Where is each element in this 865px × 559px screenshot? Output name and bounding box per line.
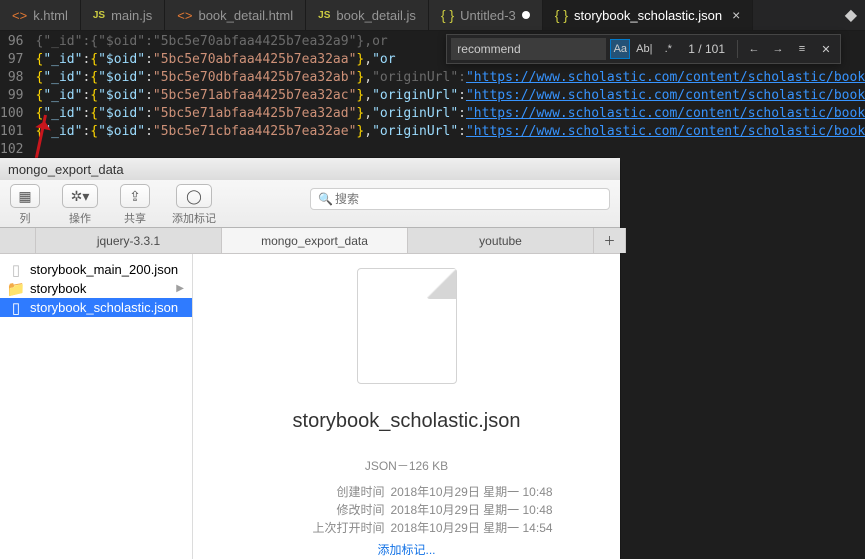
finder-tab-jquery[interactable]: jquery-3.3.1: [36, 228, 222, 253]
whole-word-button[interactable]: Ab|: [634, 39, 654, 59]
list-item[interactable]: ▯ storybook_main_200.json: [0, 260, 192, 279]
finder-column: ▯ storybook_main_200.json 📁 storybook ▶ …: [0, 254, 193, 559]
line-num: 98: [0, 69, 23, 87]
finder-preview: storybook_scholastic.json JSON－126 KB 创建…: [193, 254, 620, 559]
preview-filename: storybook_scholastic.json: [293, 410, 521, 433]
arrange-button[interactable]: ▦: [10, 184, 40, 208]
toolbar-label: 添加标记: [172, 210, 216, 226]
line-num: 97: [0, 51, 23, 69]
tab-label: book_detail.js: [336, 8, 416, 23]
find-close-button[interactable]: ✕: [816, 39, 836, 59]
tab-label: storybook_scholastic.json: [574, 8, 722, 23]
find-input[interactable]: [451, 38, 606, 60]
find-prev-button[interactable]: ←: [744, 39, 764, 59]
editor-tabs: <> k.html JS main.js <> book_detail.html…: [0, 0, 865, 31]
finder-search-input[interactable]: [310, 188, 610, 210]
finder-window: mongo_export_data ▦ 列 ✲▾ 操作 ⇪ 共享 ◯ 添加标记 …: [0, 158, 620, 559]
js-icon: JS: [318, 10, 330, 21]
toolbar-label: 共享: [124, 210, 146, 226]
folder-icon: 📁: [8, 281, 24, 297]
toolbar-label: 操作: [69, 210, 91, 226]
js-icon: JS: [93, 10, 105, 21]
list-item[interactable]: 📁 storybook ▶: [0, 279, 192, 298]
extension-icon[interactable]: ◆: [845, 5, 857, 25]
file-icon: ▯: [8, 300, 24, 316]
preview-kind: JSON－126 KB: [260, 457, 552, 475]
tab-label: k.html: [33, 8, 68, 23]
file-icon: ▯: [8, 262, 24, 278]
meta-value: 2018年10月29日 星期一 10:48: [390, 501, 552, 519]
find-selection-button[interactable]: ≡: [792, 39, 812, 59]
list-item-selected[interactable]: ▯ storybook_scholastic.json: [0, 298, 192, 317]
action-button[interactable]: ✲▾: [62, 184, 98, 208]
line-num: 101: [0, 123, 23, 141]
file-name: storybook_main_200.json: [30, 262, 178, 277]
toolbar-label: 列: [20, 210, 31, 226]
meta-label: 创建时间: [260, 483, 390, 501]
match-case-button[interactable]: Aa: [610, 39, 630, 59]
tab-label: Untitled-3: [460, 8, 516, 23]
add-tags-link[interactable]: 添加标记...: [260, 541, 552, 559]
line-num: 99: [0, 87, 23, 105]
json-icon: { }: [441, 7, 454, 23]
share-button[interactable]: ⇪: [120, 184, 150, 208]
tab-untitled3[interactable]: { } Untitled-3: [429, 0, 543, 30]
tab-bookdetailjs[interactable]: JS book_detail.js: [306, 0, 429, 30]
line-gutter: 96 97 98 99 100 101 102: [0, 33, 35, 161]
find-count: 1 / 101: [682, 42, 731, 56]
find-next-button[interactable]: →: [768, 39, 788, 59]
finder-tab-new[interactable]: ＋: [594, 228, 626, 253]
meta-value: 2018年10月29日 星期一 10:48: [390, 483, 552, 501]
tab-khtml[interactable]: <> k.html: [0, 0, 81, 30]
finder-tab-youtube[interactable]: youtube: [408, 228, 594, 253]
finder-titlebar[interactable]: mongo_export_data: [0, 158, 620, 180]
finder-toolbar: ▦ 列 ✲▾ 操作 ⇪ 共享 ◯ 添加标记 🔍: [0, 180, 620, 228]
line-num: 96: [0, 33, 23, 51]
folder-name: storybook: [30, 281, 86, 296]
html-icon: <>: [177, 8, 192, 23]
meta-label: 上次打开时间: [260, 519, 390, 537]
close-icon[interactable]: ×: [732, 7, 740, 23]
file-name: storybook_scholastic.json: [30, 300, 178, 315]
modified-dot-icon: [522, 11, 530, 19]
file-thumbnail-icon: [357, 268, 457, 384]
window-title: mongo_export_data: [8, 162, 124, 177]
line-num: 100: [0, 105, 23, 123]
search-icon: 🔍: [318, 192, 333, 206]
tab-bookdetailhtml[interactable]: <> book_detail.html: [165, 0, 306, 30]
chevron-right-icon: ▶: [176, 283, 184, 294]
meta-value: 2018年10月29日 星期一 14:54: [390, 519, 552, 537]
finder-tab-collapsed[interactable]: [0, 228, 36, 253]
find-bar: Aa Ab| .* 1 / 101 ← → ≡ ✕: [446, 34, 841, 64]
finder-tab-mongo[interactable]: mongo_export_data: [222, 228, 408, 253]
finder-tabs: jquery-3.3.1 mongo_export_data youtube ＋: [0, 228, 620, 254]
tag-button[interactable]: ◯: [176, 184, 212, 208]
tab-label: main.js: [111, 8, 152, 23]
regex-button[interactable]: .*: [658, 39, 678, 59]
line-num: 102: [0, 141, 23, 159]
json-icon: { }: [555, 7, 568, 23]
tab-mainjs[interactable]: JS main.js: [81, 0, 165, 30]
tab-storybookjson[interactable]: { } storybook_scholastic.json ×: [543, 0, 754, 30]
tab-label: book_detail.html: [198, 8, 293, 23]
tab-overflow: ◆: [753, 0, 865, 30]
meta-label: 修改时间: [260, 501, 390, 519]
html-icon: <>: [12, 8, 27, 23]
